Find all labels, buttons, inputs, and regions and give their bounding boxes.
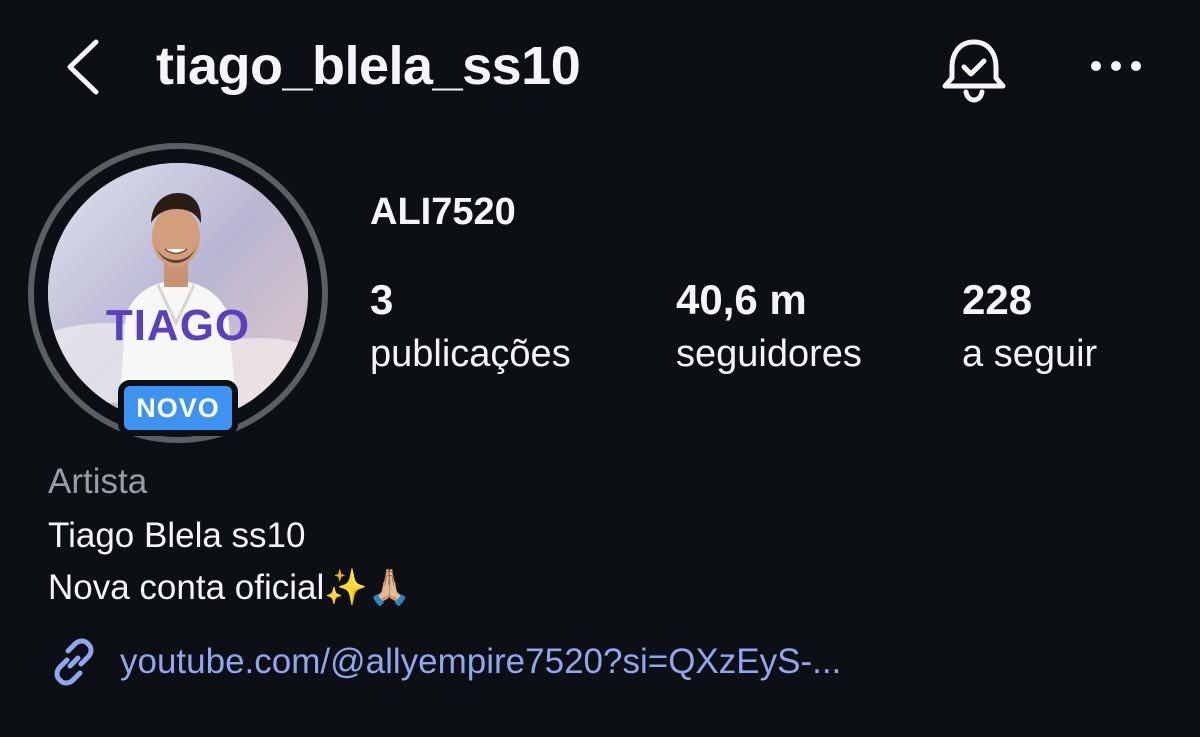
following-label: a seguir (962, 333, 1098, 375)
bell-check-icon (942, 39, 1006, 103)
display-name: ALI7520 (370, 191, 516, 233)
back-button[interactable] (58, 34, 114, 98)
profile-username: tiago_blela_ss10 (156, 36, 581, 96)
posts-stat: 3 publicações (370, 275, 571, 379)
link-icon (54, 638, 94, 686)
posts-label: publicações (370, 333, 571, 375)
followers-stat[interactable]: 40,6 m seguidores (676, 275, 862, 379)
following-count: 228 (962, 276, 1033, 323)
notifications-button[interactable] (938, 34, 1010, 106)
profile-screen: tiago_blela_ss10 TIAGO NOVO ALI7520 3 pu… (0, 0, 1200, 737)
more-options-button[interactable] (1086, 50, 1150, 82)
bio-line-name: Tiago Blela ss10 (48, 516, 306, 555)
bio-line-description: Nova conta oficial✨🙏🏼 (48, 568, 412, 607)
followers-count: 40,6 m (676, 276, 807, 323)
more-horizontal-icon (1091, 61, 1141, 71)
link-url: youtube.com/@allyempire7520?si=QXzEyS-..… (120, 642, 842, 681)
new-badge: NOVO (118, 380, 238, 436)
chevron-left-icon (67, 39, 99, 95)
followers-label: seguidores (676, 333, 862, 375)
profile-link[interactable]: youtube.com/@allyempire7520?si=QXzEyS-..… (48, 636, 841, 688)
avatar-container[interactable]: TIAGO NOVO (28, 143, 328, 443)
profile-category: Artista (48, 462, 148, 501)
posts-count: 3 (370, 276, 394, 323)
following-stat[interactable]: 228 a seguir (962, 275, 1097, 379)
avatar-name-text: TIAGO (105, 301, 251, 350)
